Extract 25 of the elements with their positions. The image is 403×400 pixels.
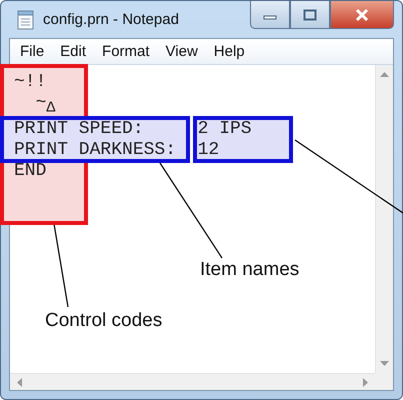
menu-item[interactable]: Edit (60, 43, 86, 60)
menu-item[interactable]: View (166, 43, 198, 60)
scroll-left-icon[interactable] (16, 378, 22, 386)
annotation-label: Item names (200, 259, 300, 281)
scroll-right-icon[interactable] (363, 378, 369, 386)
text-line: ~$_{Δ}$ (34, 93, 56, 119)
scroll-down-icon[interactable] (380, 361, 389, 367)
annotation-label: Control codes (45, 310, 162, 332)
setting-value: 2 IPS (198, 118, 252, 139)
menu-item[interactable]: File (20, 43, 44, 60)
close-button[interactable] (330, 1, 394, 29)
menu-item[interactable]: Help (214, 43, 245, 60)
menu-item[interactable]: Format (102, 43, 150, 60)
window-title: config.prn - Notepad (43, 11, 179, 28)
close-icon (354, 8, 370, 22)
maximize-button[interactable] (290, 1, 330, 29)
text-line: ~!! (14, 72, 48, 93)
notepad-icon (17, 10, 35, 30)
minimize-button[interactable] (250, 1, 290, 29)
maximize-icon (303, 8, 317, 20)
scroll-up-icon[interactable] (380, 71, 389, 77)
text-line: END (14, 160, 48, 182)
setting-name: PRINT DARKNESS: (14, 140, 178, 161)
setting-name: PRINT SPEED: (14, 118, 145, 140)
setting-value: 12 (198, 140, 220, 160)
